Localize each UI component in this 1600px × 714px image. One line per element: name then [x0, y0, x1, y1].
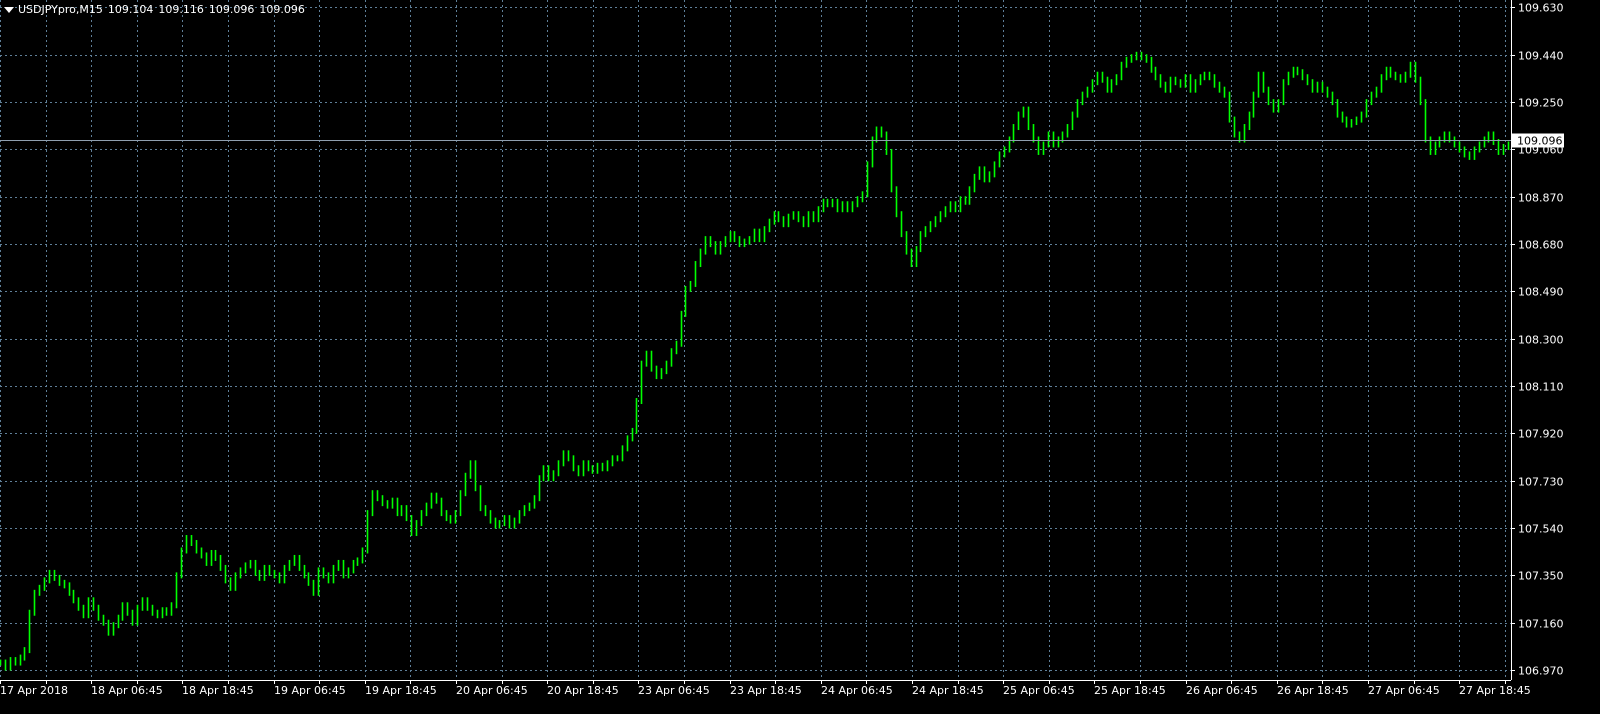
price-tick-label: 108.110 — [1518, 381, 1564, 394]
time-tick-label: 17 Apr 2018 — [0, 684, 68, 697]
price-tick-label: 107.920 — [1518, 428, 1564, 441]
time-tick-label: 23 Apr 18:45 — [730, 684, 802, 697]
price-tick-label: 106.970 — [1518, 665, 1564, 678]
price-tick-label: 108.490 — [1518, 286, 1564, 299]
price-tick-label: 109.250 — [1518, 97, 1564, 110]
price-tick-label: 107.540 — [1518, 523, 1564, 536]
chart-header: USDJPYpro,M15 109.104 109.116 109.096 10… — [4, 3, 310, 16]
time-tick-label: 19 Apr 06:45 — [274, 684, 346, 697]
price-tick-label: 108.870 — [1518, 192, 1564, 205]
ohlc-low: 109.096 — [208, 3, 255, 16]
triangle-down-icon[interactable] — [4, 6, 14, 13]
time-tick-label: 27 Apr 18:45 — [1459, 684, 1531, 697]
price-tick-label: 109.440 — [1518, 50, 1564, 63]
time-tick-label: 26 Apr 18:45 — [1277, 684, 1349, 697]
price-tick-label: 107.160 — [1518, 618, 1564, 631]
time-tick-label: 25 Apr 06:45 — [1003, 684, 1075, 697]
time-tick-label: 24 Apr 18:45 — [912, 684, 984, 697]
price-tick-label: 107.730 — [1518, 476, 1564, 489]
time-tick-label: 24 Apr 06:45 — [821, 684, 893, 697]
price-tick-label: 108.300 — [1518, 334, 1564, 347]
ohlc-close: 109.096 — [259, 3, 305, 16]
ohlc-high: 109.116 — [158, 3, 204, 16]
time-tick-label: 23 Apr 06:45 — [638, 684, 710, 697]
symbol-timeframe: USDJPYpro,M15 — [18, 3, 103, 16]
chart-background — [0, 0, 1600, 714]
bid-price-label: 109.096 — [1517, 135, 1563, 148]
price-tick-label: 109.630 — [1518, 2, 1564, 15]
time-tick-label: 18 Apr 06:45 — [91, 684, 163, 697]
time-tick-label: 25 Apr 18:45 — [1094, 684, 1166, 697]
time-tick-label: 27 Apr 06:45 — [1368, 684, 1440, 697]
time-tick-label: 18 Apr 18:45 — [182, 684, 254, 697]
time-tick-label: 26 Apr 06:45 — [1186, 684, 1258, 697]
price-tick-label: 107.350 — [1518, 570, 1564, 583]
price-axis: 109.630109.440109.250109.060108.870108.6… — [1511, 0, 1564, 680]
price-tick-label: 108.680 — [1518, 239, 1564, 252]
ohlc-open: 109.104 — [107, 3, 154, 16]
time-tick-label: 20 Apr 18:45 — [547, 684, 619, 697]
time-tick-label: 20 Apr 06:45 — [456, 684, 528, 697]
price-chart[interactable]: 109.630109.440109.250109.060108.870108.6… — [0, 0, 1600, 714]
time-tick-label: 19 Apr 18:45 — [365, 684, 437, 697]
